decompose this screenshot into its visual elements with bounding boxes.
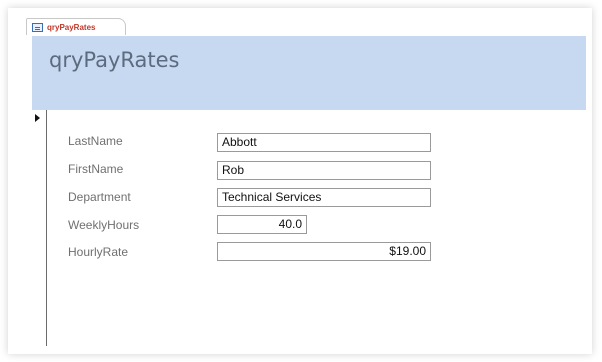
document-tab-strip: qryPayRates: [26, 18, 586, 35]
hourlyrate-field[interactable]: $19.00: [217, 242, 431, 261]
firstname-label: FirstName: [68, 162, 124, 176]
lastname-label: LastName: [68, 134, 123, 148]
department-label: Department: [68, 190, 131, 204]
hourlyrate-label: HourlyRate: [68, 245, 129, 259]
weeklyhours-label: WeeklyHours: [68, 218, 140, 232]
weeklyhours-field[interactable]: 40.0: [217, 215, 307, 234]
record-selector[interactable]: [32, 110, 47, 346]
tab-label: qryPayRates: [47, 22, 96, 32]
lastname-field[interactable]: Abbott: [217, 133, 431, 152]
form-title: qryPayRates: [49, 48, 180, 72]
tab-qrypayrates[interactable]: qryPayRates: [26, 18, 126, 35]
form-header: qryPayRates: [32, 36, 586, 110]
form-icon: [32, 22, 43, 32]
department-field[interactable]: Technical Services: [217, 188, 431, 207]
current-record-arrow-icon: [35, 114, 40, 122]
firstname-field[interactable]: Rob: [217, 161, 431, 180]
